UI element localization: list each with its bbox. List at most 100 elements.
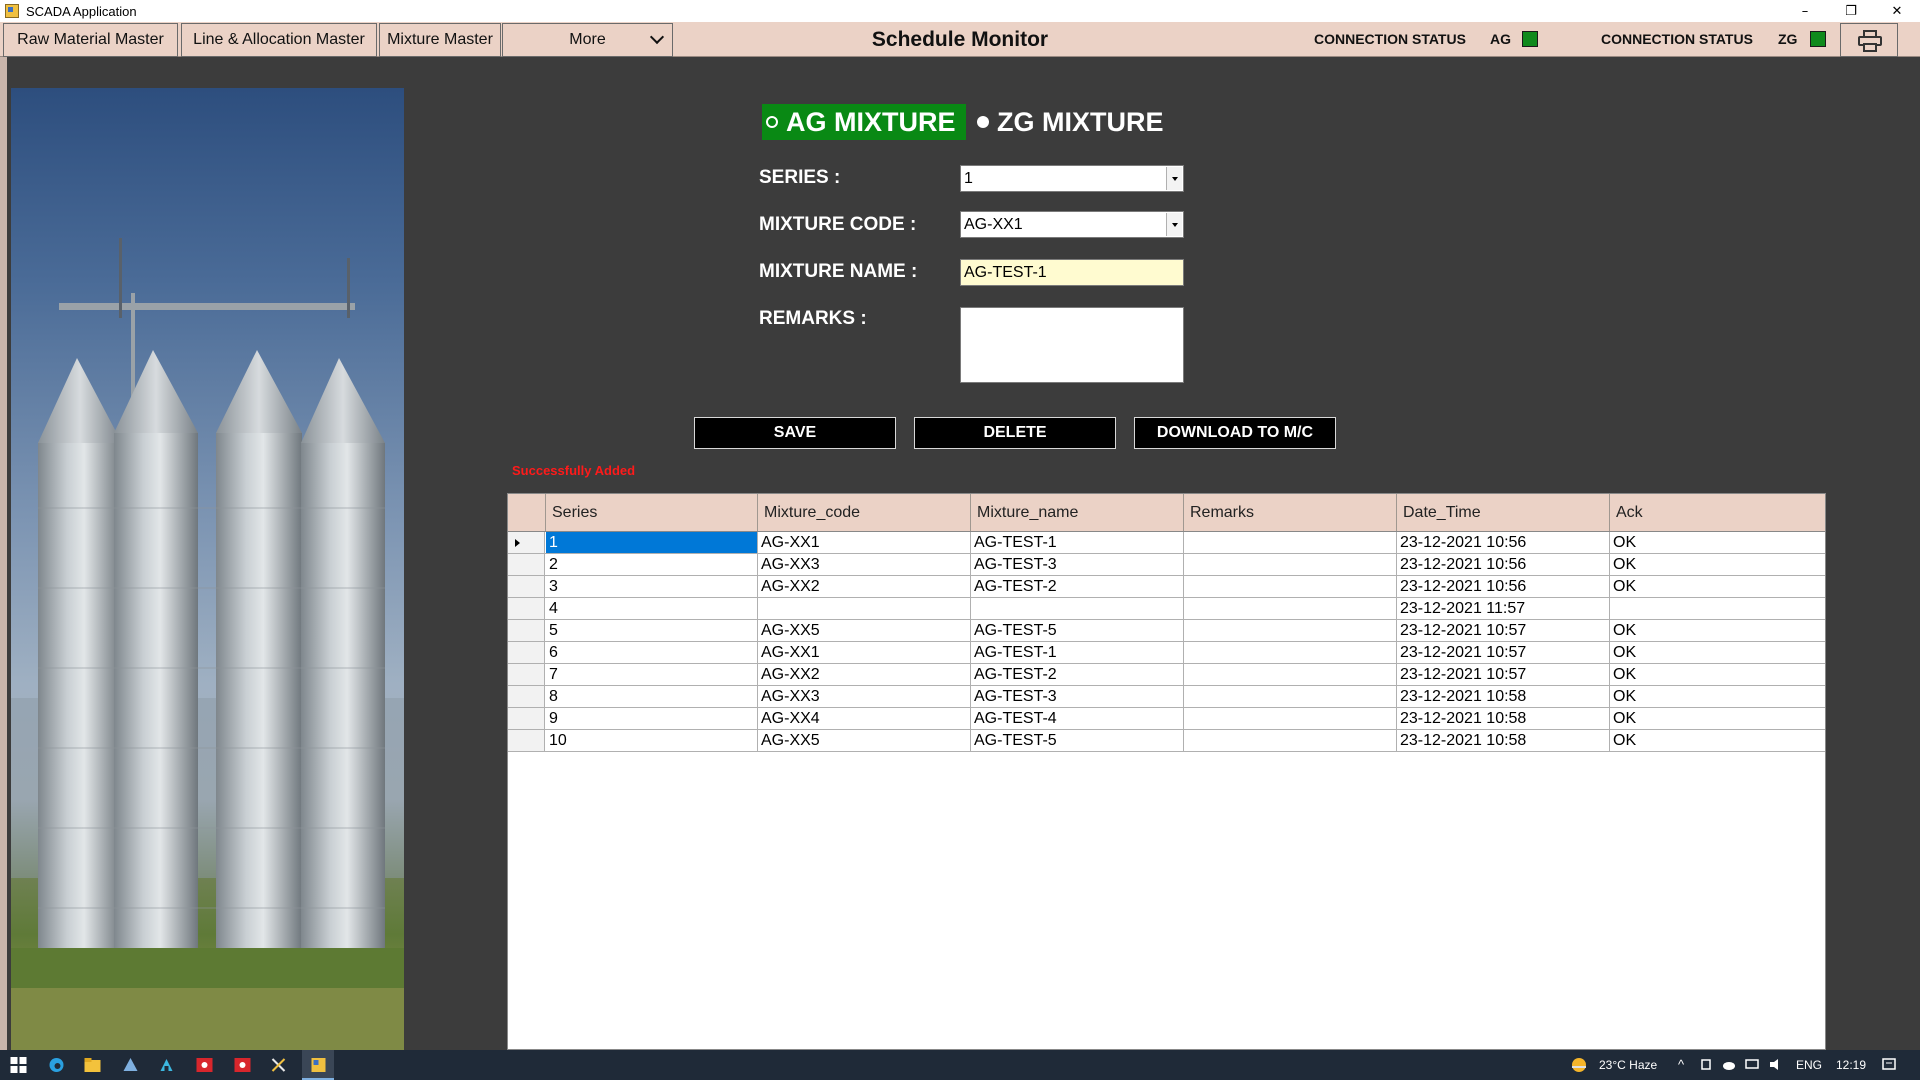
table-cell[interactable]: AG-TEST-3 [971, 554, 1184, 575]
table-cell[interactable] [1184, 576, 1397, 597]
dropdown-arrow-icon[interactable] [1166, 167, 1182, 190]
table-cell[interactable]: AG-XX1 [758, 532, 971, 553]
table-cell[interactable]: AG-XX4 [758, 708, 971, 729]
row-header[interactable] [508, 532, 545, 553]
table-cell[interactable]: 23-12-2021 10:57 [1397, 620, 1610, 641]
delete-button[interactable]: DELETE [914, 417, 1116, 449]
row-header[interactable] [508, 708, 545, 729]
table-cell[interactable]: 23-12-2021 10:56 [1397, 576, 1610, 597]
table-cell[interactable]: 23-12-2021 10:58 [1397, 686, 1610, 707]
row-header[interactable] [508, 686, 545, 707]
dropdown-arrow-icon[interactable] [1166, 213, 1182, 236]
table-cell[interactable]: 1 [546, 532, 758, 553]
table-cell[interactable] [1184, 598, 1397, 619]
weather-haze-icon[interactable] [1570, 1056, 1588, 1074]
table-cell[interactable] [1184, 532, 1397, 553]
raw-material-master-button[interactable]: Raw Material Master [3, 23, 178, 57]
table-cell[interactable] [1184, 642, 1397, 663]
table-cell[interactable]: AG-TEST-3 [971, 686, 1184, 707]
save-button[interactable]: SAVE [694, 417, 896, 449]
column-header[interactable]: Mixture_code [758, 494, 971, 531]
table-cell[interactable]: AG-XX5 [758, 620, 971, 641]
mixture-name-input[interactable]: AG-TEST-1 [960, 259, 1184, 286]
table-cell[interactable]: AG-TEST-5 [971, 730, 1184, 751]
table-row[interactable]: 6 AG-XX1 AG-TEST-1 23-12-2021 10:57 OK [508, 642, 1825, 664]
chevron-up-icon[interactable]: ^ [1678, 1050, 1684, 1080]
ag-mixture-radio[interactable]: AG MIXTURE [762, 104, 966, 140]
volume-icon[interactable] [1769, 1058, 1783, 1071]
table-cell[interactable] [1184, 686, 1397, 707]
table-row[interactable]: 1 AG-XX1 AG-TEST-1 23-12-2021 10:56 OK [508, 532, 1825, 554]
table-row[interactable]: 3 AG-XX2 AG-TEST-2 23-12-2021 10:56 OK [508, 576, 1825, 598]
table-cell[interactable]: OK [1610, 708, 1825, 729]
table-cell[interactable]: AG-XX5 [758, 730, 971, 751]
row-header[interactable] [508, 664, 545, 685]
table-cell[interactable]: AG-TEST-1 [971, 642, 1184, 663]
app-icon-red[interactable] [196, 1057, 213, 1073]
column-header[interactable]: Date_Time [1397, 494, 1610, 531]
table-cell[interactable]: 23-12-2021 10:58 [1397, 730, 1610, 751]
print-button[interactable] [1840, 23, 1898, 57]
line-allocation-master-button[interactable]: Line & Allocation Master [181, 23, 377, 57]
table-cell[interactable]: 5 [546, 620, 758, 641]
table-cell[interactable]: AG-TEST-5 [971, 620, 1184, 641]
table-cell[interactable]: AG-XX2 [758, 664, 971, 685]
notifications-icon[interactable] [1882, 1058, 1896, 1071]
table-cell[interactable]: OK [1610, 686, 1825, 707]
table-cell[interactable]: 7 [546, 664, 758, 685]
table-row[interactable]: 8 AG-XX3 AG-TEST-3 23-12-2021 10:58 OK [508, 686, 1825, 708]
row-header[interactable] [508, 576, 545, 597]
table-cell[interactable]: OK [1610, 730, 1825, 751]
table-cell[interactable]: 6 [546, 642, 758, 663]
app-icon-red-2[interactable] [234, 1057, 251, 1073]
remarks-textarea[interactable] [960, 307, 1184, 383]
table-cell[interactable] [1184, 664, 1397, 685]
row-header[interactable] [508, 598, 545, 619]
table-cell[interactable]: AG-TEST-1 [971, 532, 1184, 553]
row-header[interactable] [508, 554, 545, 575]
column-header[interactable]: Series [546, 494, 758, 531]
table-cell[interactable]: 23-12-2021 10:56 [1397, 532, 1610, 553]
column-header[interactable]: Ack [1610, 494, 1825, 531]
clock-time[interactable]: 12:19 [1836, 1050, 1866, 1080]
table-cell[interactable]: AG-TEST-4 [971, 708, 1184, 729]
windows-start-icon[interactable] [10, 1057, 27, 1073]
more-dropdown-button[interactable]: More [502, 23, 673, 57]
table-row[interactable]: 10 AG-XX5 AG-TEST-5 23-12-2021 10:58 OK [508, 730, 1825, 752]
table-cell[interactable]: 9 [546, 708, 758, 729]
table-cell[interactable] [1184, 620, 1397, 641]
table-cell[interactable]: 3 [546, 576, 758, 597]
table-cell[interactable]: 2 [546, 554, 758, 575]
table-cell[interactable]: OK [1610, 554, 1825, 575]
row-header[interactable] [508, 642, 545, 663]
app-icon-teal[interactable] [158, 1057, 175, 1073]
table-cell[interactable]: 23-12-2021 10:57 [1397, 664, 1610, 685]
table-row[interactable]: 5 AG-XX5 AG-TEST-5 23-12-2021 10:57 OK [508, 620, 1825, 642]
active-app-taskbar-button[interactable] [302, 1050, 334, 1080]
meet-now-icon[interactable] [1700, 1058, 1714, 1071]
table-cell[interactable]: OK [1610, 532, 1825, 553]
onedrive-cloud-icon[interactable] [1722, 1058, 1736, 1071]
table-row[interactable]: 7 AG-XX2 AG-TEST-2 23-12-2021 10:57 OK [508, 664, 1825, 686]
table-cell[interactable] [1184, 708, 1397, 729]
table-cell[interactable]: AG-XX1 [758, 642, 971, 663]
tools-app-icon[interactable] [270, 1057, 287, 1073]
column-header[interactable]: Mixture_name [971, 494, 1184, 531]
table-cell[interactable]: 23-12-2021 11:57 [1397, 598, 1610, 619]
mixture-master-button[interactable]: Mixture Master [379, 23, 501, 57]
table-cell[interactable]: AG-XX2 [758, 576, 971, 597]
table-cell[interactable] [1184, 554, 1397, 575]
table-cell[interactable]: AG-TEST-2 [971, 576, 1184, 597]
table-cell[interactable]: 4 [546, 598, 758, 619]
mixture-code-dropdown[interactable]: AG-XX1 [960, 211, 1184, 238]
schedule-grid[interactable]: Series Mixture_code Mixture_name Remarks… [507, 493, 1826, 1050]
table-cell[interactable]: AG-TEST-2 [971, 664, 1184, 685]
table-cell[interactable]: OK [1610, 664, 1825, 685]
table-cell[interactable] [1184, 730, 1397, 751]
table-cell[interactable]: OK [1610, 642, 1825, 663]
download-to-machine-button[interactable]: DOWNLOAD TO M/C [1134, 417, 1336, 449]
table-cell[interactable] [758, 598, 971, 619]
table-cell[interactable]: 23-12-2021 10:56 [1397, 554, 1610, 575]
edge-browser-icon[interactable] [48, 1057, 65, 1073]
minimize-button[interactable]: – [1782, 0, 1828, 22]
